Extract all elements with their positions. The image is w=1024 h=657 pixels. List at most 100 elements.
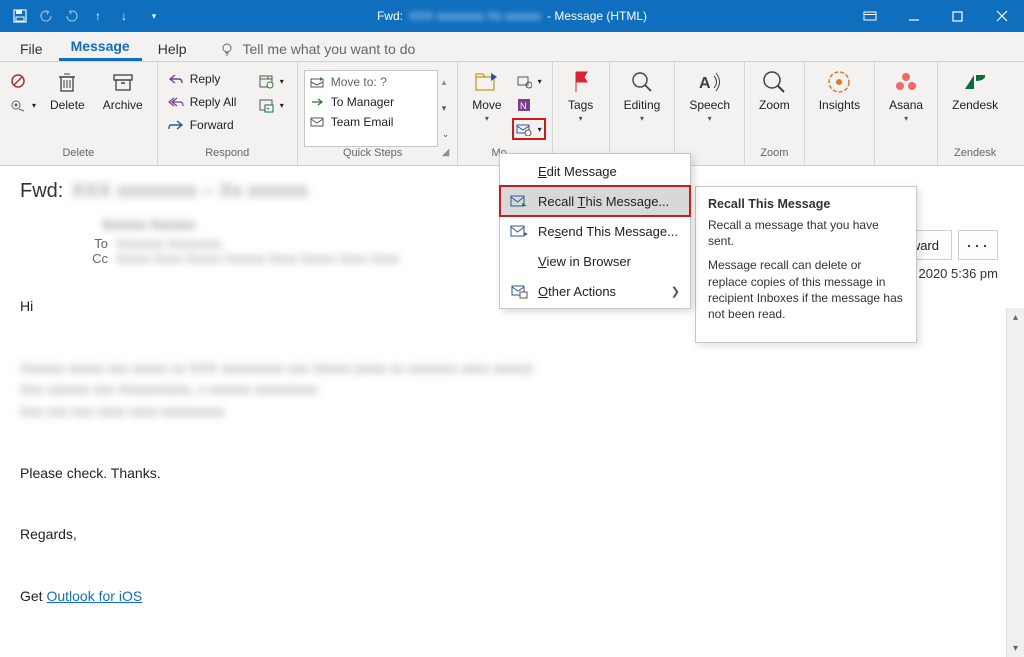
quicksteps-more-icon[interactable]: ⌄ xyxy=(442,129,450,140)
to-manager-icon xyxy=(309,94,325,110)
ribbon-group-zoom: Zoom Zoom xyxy=(745,62,805,165)
ribbon-group-quicksteps: Move to: ? To Manager Team Email ▴ ▾ ⌄ Q… xyxy=(298,62,459,165)
move-label: Move xyxy=(472,99,501,113)
ignore-button[interactable] xyxy=(6,70,40,92)
onenote-button[interactable]: N xyxy=(512,94,546,116)
tooltip-title: Recall This Message xyxy=(708,197,904,211)
ribbon: ▾ Delete Archive Delete Reply Reply All … xyxy=(0,62,1024,166)
ribbon-group-speech: ASpeech▾ xyxy=(675,62,745,165)
scroll-up-icon[interactable]: ▴ xyxy=(1007,308,1024,326)
delete-label: Delete xyxy=(50,99,85,113)
tooltip-p1: Recall a message that you have sent. xyxy=(708,217,904,249)
other-actions-icon xyxy=(510,282,528,300)
quick-steps-gallery[interactable]: Move to: ? To Manager Team Email xyxy=(304,70,438,147)
launcher-icon[interactable]: ◢ xyxy=(442,147,450,158)
undo-icon[interactable] xyxy=(38,8,54,24)
menu-other-actions[interactable]: Other Actions❯ xyxy=(500,276,690,306)
tab-file[interactable]: File xyxy=(8,35,55,61)
redo-icon[interactable] xyxy=(64,8,80,24)
quicksteps-up-icon[interactable]: ▴ xyxy=(442,77,450,88)
ignore-icon xyxy=(10,73,26,89)
delete-button[interactable]: Delete xyxy=(42,66,93,147)
insights-button[interactable]: Insights xyxy=(811,66,868,147)
more-icon: + xyxy=(258,97,274,113)
more-actions-button[interactable]: ··· xyxy=(958,230,998,260)
asana-button[interactable]: Asana▾ xyxy=(881,66,931,147)
speech-button[interactable]: ASpeech▾ xyxy=(681,66,738,147)
group-label-respond: Respond xyxy=(164,147,291,165)
svg-text:N: N xyxy=(520,101,527,111)
insights-icon xyxy=(825,68,853,96)
svg-text:A: A xyxy=(699,75,711,92)
chevron-right-icon: ❯ xyxy=(671,285,680,298)
menu-edit-message[interactable]: Edit Message xyxy=(500,156,690,186)
quicksteps-down-icon[interactable]: ▾ xyxy=(442,103,450,114)
resend-icon xyxy=(510,222,528,240)
rules-button[interactable]: ▾ xyxy=(512,70,546,92)
tooltip-p2: Message recall can delete or replace cop… xyxy=(708,257,904,322)
more-respond-button[interactable]: +▾ xyxy=(254,94,288,116)
maximize-button[interactable] xyxy=(936,0,980,32)
team-email-icon xyxy=(309,114,325,130)
save-icon[interactable] xyxy=(12,8,28,24)
rules-icon xyxy=(516,73,532,89)
quick-access-toolbar: ↑ ↓ ▾ xyxy=(0,8,162,24)
editing-button[interactable]: Editing▾ xyxy=(616,66,669,147)
vertical-scrollbar[interactable]: ▴ ▾ xyxy=(1006,308,1024,657)
recall-tooltip: Recall This Message Recall a message tha… xyxy=(695,186,917,343)
zendesk-icon xyxy=(961,68,989,96)
title-suffix: - Message (HTML) xyxy=(547,9,647,23)
junk-button[interactable]: ▾ xyxy=(6,94,40,116)
tell-me[interactable]: Tell me what you want to do xyxy=(219,41,416,61)
title-bar: ↑ ↓ ▾ Fwd: XXX xxxxxxxx Xx xxxxxx - Mess… xyxy=(0,0,1024,32)
meeting-button[interactable]: ▾ xyxy=(254,70,288,92)
menu-recall-message[interactable]: Recall This Message... xyxy=(500,186,690,216)
group-label-quicksteps: Quick Steps◢ xyxy=(304,147,452,165)
reply-button[interactable]: Reply xyxy=(164,68,252,90)
ribbon-group-delete: ▾ Delete Archive Delete xyxy=(0,62,158,165)
title-subject: XXX xxxxxxxx Xx xxxxxx xyxy=(409,9,541,23)
ribbon-tabs: File Message Help Tell me what you want … xyxy=(0,32,1024,62)
scroll-down-icon[interactable]: ▾ xyxy=(1007,639,1024,657)
ribbon-group-zendesk: Zendesk Zendesk xyxy=(938,62,1012,165)
calendar-icon xyxy=(258,73,274,89)
window-title: Fwd: XXX xxxxxxxx Xx xxxxxx - Message (H… xyxy=(377,9,647,23)
reply-all-button[interactable]: Reply All xyxy=(164,91,252,113)
onenote-icon: N xyxy=(516,97,532,113)
forward-button[interactable]: Forward xyxy=(164,114,252,136)
actions-button[interactable]: ▾ xyxy=(512,118,546,140)
move-icon xyxy=(473,68,501,96)
move-button[interactable]: Move ▾ xyxy=(464,66,509,147)
tags-button[interactable]: Tags▾ xyxy=(559,66,603,147)
qat-dropdown-icon[interactable]: ▾ xyxy=(146,8,162,24)
ribbon-group-tags: Tags▾ xyxy=(553,62,610,165)
title-prefix: Fwd: xyxy=(377,9,403,23)
ribbon-group-insights: Insights xyxy=(805,62,875,165)
trash-icon xyxy=(53,68,81,96)
ribbon-group-move: Move ▾ ▾ N ▾ Move xyxy=(458,62,552,165)
tell-me-label: Tell me what you want to do xyxy=(243,41,416,57)
tab-help[interactable]: Help xyxy=(146,35,199,61)
window-controls xyxy=(848,0,1024,32)
close-button[interactable] xyxy=(980,0,1024,32)
outlook-ios-link[interactable]: Outlook for iOS xyxy=(46,588,142,604)
zendesk-button[interactable]: Zendesk xyxy=(944,66,1006,147)
next-icon[interactable]: ↓ xyxy=(116,8,132,24)
group-label-delete: Delete xyxy=(6,147,151,165)
tab-message[interactable]: Message xyxy=(59,32,142,61)
minimize-button[interactable] xyxy=(892,0,936,32)
reply-all-icon xyxy=(168,94,184,110)
ribbon-group-asana: Asana▾ xyxy=(875,62,938,165)
forward-arrow-icon xyxy=(168,117,184,133)
previous-icon[interactable]: ↑ xyxy=(90,8,106,24)
archive-button[interactable]: Archive xyxy=(95,66,151,147)
ribbon-display-icon[interactable] xyxy=(848,0,892,32)
find-icon xyxy=(628,68,656,96)
move-to-icon xyxy=(309,74,325,90)
menu-resend-message[interactable]: Resend This Message... xyxy=(500,216,690,246)
zoom-button[interactable]: Zoom xyxy=(751,66,798,147)
ribbon-group-respond: Reply Reply All Forward ▾ +▾ Respond xyxy=(158,62,298,165)
menu-view-in-browser[interactable]: View in Browser xyxy=(500,246,690,276)
lightbulb-icon xyxy=(219,41,235,57)
received-date: 2020 5:36 pm xyxy=(918,266,998,281)
